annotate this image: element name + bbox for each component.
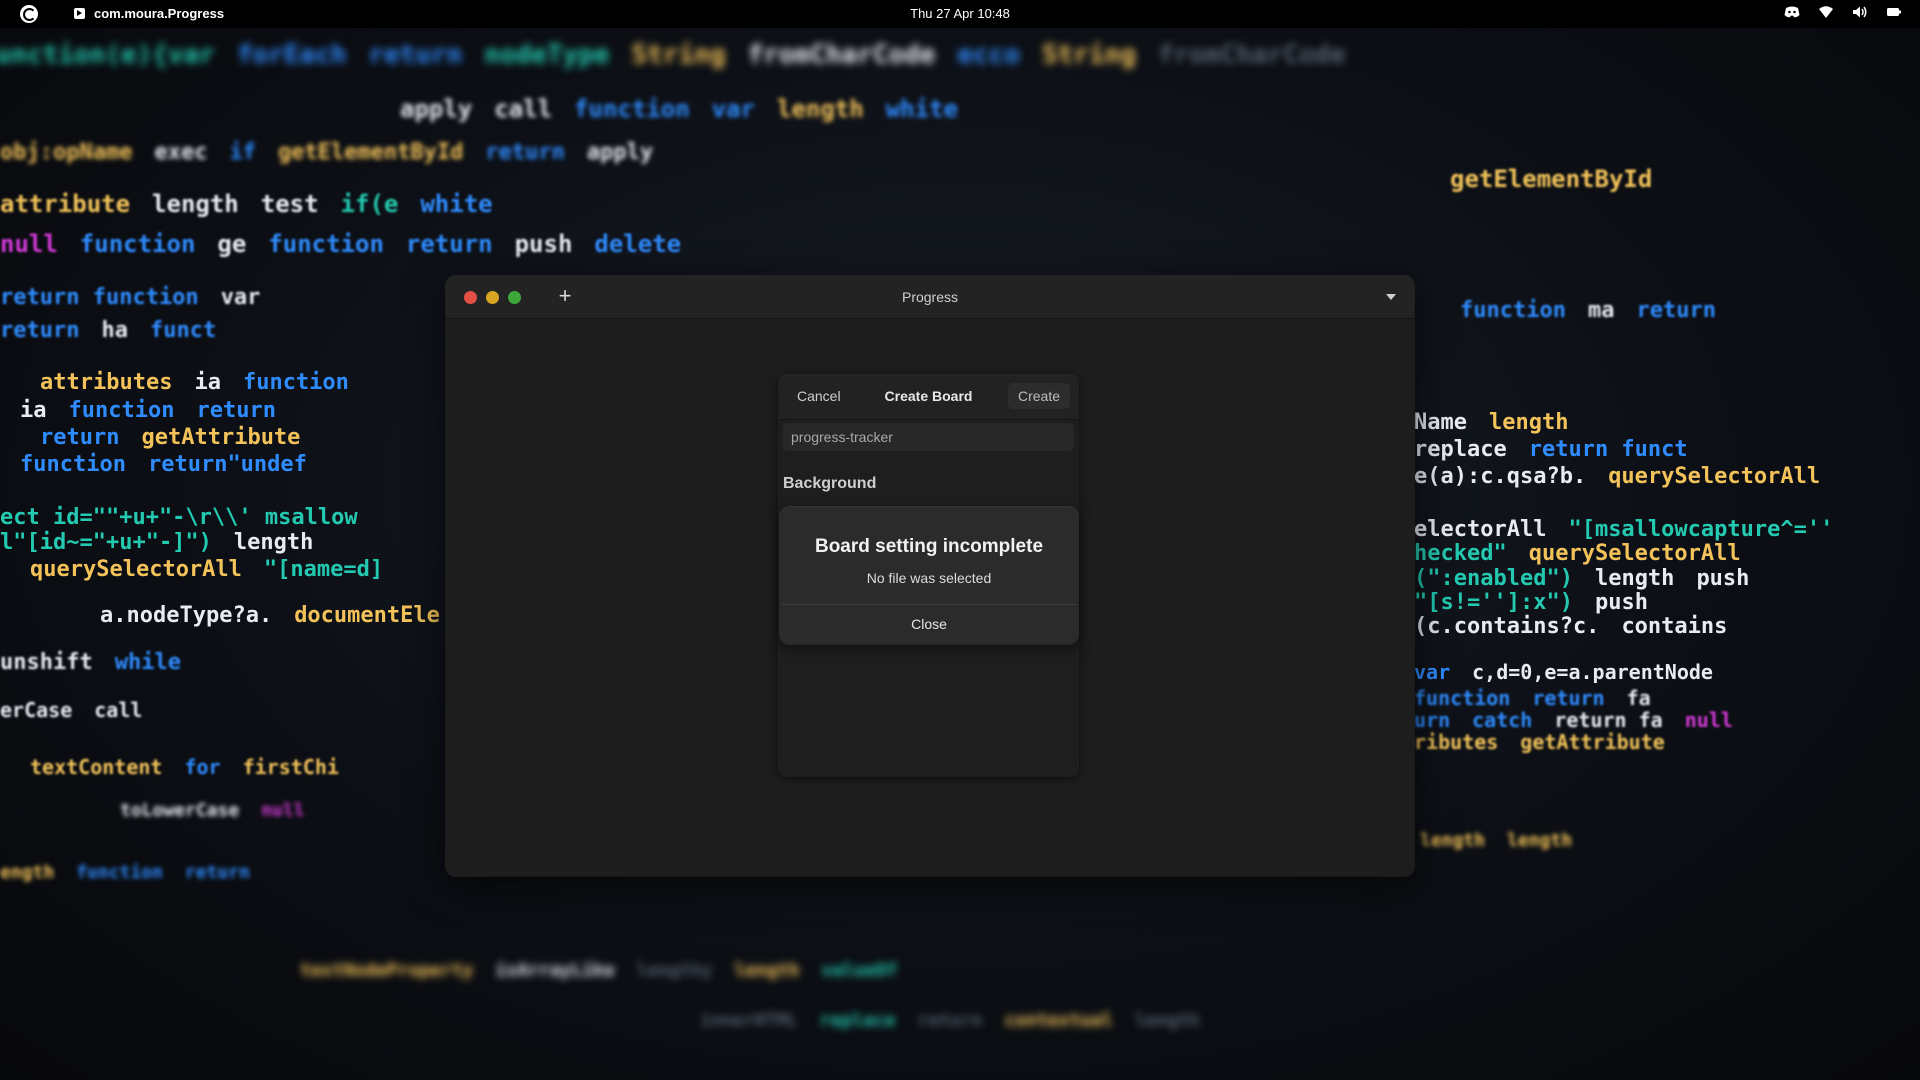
wifi-icon[interactable] — [1818, 4, 1834, 20]
wallpaper-code-row: length length — [1420, 830, 1573, 851]
wallpaper-code-row: function ma return — [1460, 298, 1716, 323]
wallpaper-code-row: attributes ia function — [40, 370, 349, 395]
app-menu-label[interactable]: com.moura.Progress — [94, 6, 224, 21]
system-tray[interactable] — [1784, 4, 1902, 20]
wallpaper-code-row: function(e){var forEach return nodeType Stri… — [0, 40, 1346, 70]
wallpaper-code-row: innerHTML replace return contextual length — [700, 1010, 1200, 1031]
wallpaper-code-row: l"[id~="+u+"-]") length — [0, 530, 314, 555]
close-button[interactable]: Close — [781, 604, 1077, 643]
wallpaper-code-row: e(a):c.qsa?b. querySelectorAll — [1414, 464, 1821, 489]
wallpaper-code-row: Name length — [1414, 410, 1569, 435]
wallpaper-code-row: a.nodeType?a. documentEle — [100, 603, 440, 628]
wallpaper-code-row: erCase call — [0, 698, 143, 722]
close-window-button[interactable] — [464, 291, 477, 304]
create-board-header: Cancel Create Board Create — [779, 375, 1078, 420]
wallpaper-code-row: ect id=""+u+"-\r\\' msallow — [0, 505, 358, 530]
clock[interactable]: Thu 27 Apr 10:48 — [910, 6, 1010, 21]
wallpaper-code-row: return ha funct — [0, 318, 217, 343]
chevron-down-icon[interactable] — [1386, 294, 1396, 300]
wallpaper-code-row: function return"undef — [20, 452, 307, 477]
wallpaper-code-row: ributes getAttribute — [1414, 730, 1665, 754]
board-name-input[interactable] — [783, 423, 1074, 451]
wallpaper-code-row: toLowerCase null — [120, 800, 305, 821]
maximize-window-button[interactable] — [508, 291, 521, 304]
discord-icon[interactable] — [1784, 4, 1800, 20]
wallpaper-code-row: getElementById — [1450, 165, 1653, 193]
minimize-window-button[interactable] — [486, 291, 499, 304]
activities-icon[interactable] — [20, 5, 38, 23]
wallpaper-code-row: textContent for firstChi — [30, 755, 339, 779]
wallpaper-code-row: ia function return — [20, 398, 276, 423]
wallpaper-code-row: obj:opName exec if getElementById return appl… — [0, 140, 654, 165]
top-bar: com.moura.Progress Thu 27 Apr 10:48 — [0, 0, 1920, 28]
battery-icon[interactable] — [1886, 4, 1902, 20]
wallpaper-code-row: electorAll "[msallowcapture^='' — [1414, 517, 1834, 542]
wallpaper-code-row: "[s!='']:x") push — [1414, 590, 1648, 615]
add-board-button[interactable]: + — [553, 284, 577, 308]
alert-title: Board setting incomplete — [814, 536, 1044, 557]
wallpaper-code-row: function return fa — [1414, 686, 1651, 710]
wallpaper-code-row: return getAttribute — [40, 425, 301, 450]
wallpaper-code-row: apply call function var length white — [400, 95, 958, 123]
wallpaper-code-row: replace return funct — [1414, 437, 1688, 462]
wallpaper-code-row: return function var — [0, 285, 261, 310]
wallpaper-code-row: unshift while — [0, 650, 181, 675]
wallpaper-code-row: (":enabled") length push — [1414, 566, 1750, 591]
window-header-bar[interactable]: + Progress — [446, 276, 1414, 319]
alert-message: No file was selected — [866, 570, 992, 586]
create-button[interactable]: Create — [1007, 383, 1070, 409]
window-title: Progress — [901, 289, 959, 305]
wallpaper-code-row: hecked" querySelectorAll — [1414, 541, 1741, 566]
background-section-label: Background — [783, 475, 877, 492]
wallpaper-code-row: ength function return — [0, 862, 250, 883]
wallpaper-code-row: urn catch return fa null — [1414, 708, 1733, 732]
wallpaper-code-row: attribute length test if(e white — [0, 190, 493, 218]
alert-dialog: Board setting incomplete No file was sel… — [780, 507, 1078, 644]
clock-container: Thu 27 Apr 10:48 — [0, 6, 1920, 21]
wallpaper-code-row: var c,d=0,e=a.parentNode — [1414, 660, 1713, 684]
wallpaper-code-row: textNodeProperty isArrayLike lengthy length… — [300, 960, 898, 981]
app-menu-icon[interactable] — [74, 8, 85, 19]
wallpaper-code-row: (c.contains?c. contains — [1414, 614, 1728, 639]
cancel-button[interactable]: Cancel — [789, 383, 849, 409]
wallpaper-code-row: querySelectorAll "[name=d] — [30, 557, 384, 582]
wallpaper-code-row: null function ge function return push delete — [0, 230, 682, 258]
volume-icon[interactable] — [1852, 4, 1868, 20]
